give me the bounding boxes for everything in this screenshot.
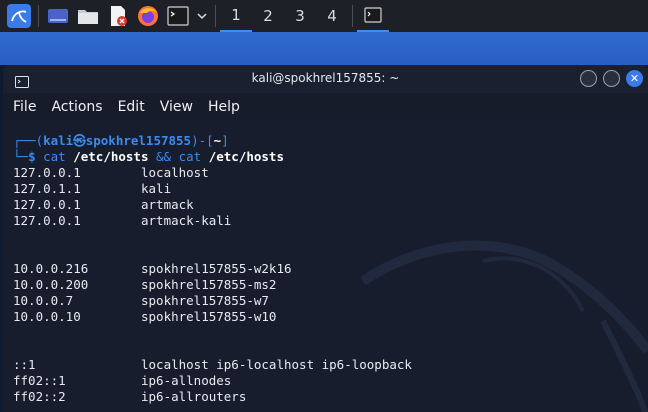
- host-name: spokhrel157855-w10: [141, 309, 277, 324]
- window-titlebar[interactable]: kali@spokhrel157855: ~ ✕: [3, 65, 648, 93]
- host-name: artmack-kali: [141, 213, 232, 228]
- host-entry: 10.0.0.200 spokhrel157855-ms2: [13, 277, 648, 293]
- kali-menu-icon[interactable]: [4, 1, 34, 31]
- host-entry: 10.0.0.10 spokhrel157855-w10: [13, 309, 648, 325]
- prompt-mid: )-[: [191, 133, 214, 148]
- command-arg-1: /etc/hosts: [65, 149, 157, 164]
- command-operator: &&: [156, 149, 172, 164]
- host-name: spokhrel157855-w7: [141, 293, 269, 308]
- terminal-icon[interactable]: [163, 1, 193, 31]
- terminal-task-icon[interactable]: [357, 0, 389, 32]
- terminal-output[interactable]: ┌──(kali㉿spokhrel157855)-[~] └─$ cat /et…: [3, 121, 648, 412]
- taskbar: 1 2 3 4: [0, 0, 648, 32]
- menu-help[interactable]: Help: [208, 99, 240, 115]
- prompt-close: ]: [221, 133, 229, 148]
- workspace-2[interactable]: 2: [252, 0, 284, 32]
- menu-view[interactable]: View: [160, 99, 193, 115]
- host-name: spokhrel157855-w2k16: [141, 261, 292, 276]
- prompt-line-1: ┌──(kali㉿spokhrel157855)-[~]: [13, 133, 648, 149]
- host-ip: 10.0.0.7: [13, 293, 74, 308]
- window-title: kali@spokhrel157855: ~: [251, 71, 400, 85]
- host-name: spokhrel157855-ms2: [141, 277, 277, 292]
- host-entry: 127.0.0.1 artmack-kali: [13, 213, 648, 229]
- workspace-3[interactable]: 3: [284, 0, 316, 32]
- close-button[interactable]: ✕: [626, 70, 643, 87]
- host-entry: 10.0.0.216 spokhrel157855-w2k16: [13, 261, 648, 277]
- close-icon: ✕: [629, 72, 640, 85]
- taskbar-separator: [215, 5, 216, 27]
- taskbar-separator: [352, 5, 353, 27]
- host-entry: ::1 localhost ip6-localhost ip6-loopback: [13, 357, 648, 373]
- workspace-4[interactable]: 4: [316, 0, 348, 32]
- menu-file[interactable]: File: [13, 99, 36, 115]
- host-name: artmack: [141, 197, 194, 212]
- host-entry: ff02::2 ip6-allrouters: [13, 389, 648, 405]
- file-manager-icon[interactable]: [73, 1, 103, 31]
- host-ip: 10.0.0.10: [13, 309, 81, 324]
- taskbar-separator: [38, 5, 39, 27]
- minimize-button[interactable]: [580, 70, 597, 87]
- maximize-button[interactable]: [603, 70, 620, 87]
- host-ip: 127.0.1.1: [13, 181, 81, 196]
- host-name: ip6-allnodes: [141, 373, 232, 388]
- host-ip: ::1: [13, 357, 36, 372]
- host-ip: ff02::2: [13, 389, 66, 404]
- workspace-1[interactable]: 1: [220, 0, 252, 32]
- host-name: kali: [141, 181, 172, 196]
- firefox-icon[interactable]: [133, 1, 163, 31]
- host-entry: ff02::1 ip6-allnodes: [13, 373, 648, 389]
- command-cat-1: cat: [43, 149, 66, 164]
- command-arg-2: /etc/hosts: [201, 149, 284, 164]
- terminal-window: kali@spokhrel157855: ~ ✕ File Actions Ed…: [3, 65, 648, 412]
- chevron-down-icon[interactable]: [193, 1, 211, 31]
- host-ip: 10.0.0.216: [13, 261, 89, 276]
- host-ip: 127.0.0.1: [13, 213, 81, 228]
- host-entry: 10.0.0.7 spokhrel157855-w7: [13, 293, 648, 309]
- prompt-arrow: └─: [13, 149, 29, 164]
- menu-actions[interactable]: Actions: [51, 99, 102, 115]
- host-ip: ff02::1: [13, 373, 66, 388]
- prompt-line-2: └─$ cat /etc/hosts && cat /etc/hosts: [13, 149, 648, 165]
- text-editor-icon[interactable]: [103, 1, 133, 31]
- host-name: ip6-allrouters: [141, 389, 247, 404]
- menu-edit[interactable]: Edit: [118, 99, 145, 115]
- host-entry: 127.0.0.1 localhost: [13, 165, 648, 181]
- desktop-wallpaper: [0, 32, 648, 65]
- host-ip: 127.0.0.1: [13, 197, 81, 212]
- host-ip: 10.0.0.200: [13, 277, 89, 292]
- prompt-dollar: $: [28, 149, 44, 164]
- terminal-lines: ┌──(kali㉿spokhrel157855)-[~] └─$ cat /et…: [3, 121, 648, 405]
- host-ip: 127.0.0.1: [13, 165, 81, 180]
- host-name: localhost: [141, 165, 209, 180]
- prompt-open: ┌──(: [13, 133, 44, 148]
- host-name: localhost ip6-localhost ip6-loopback: [141, 357, 412, 372]
- menu-bar: File Actions Edit View Help: [3, 93, 648, 121]
- desktop-icon[interactable]: [43, 1, 73, 31]
- prompt-user-host: kali㉿spokhrel157855: [43, 133, 192, 148]
- command-cat-2: cat: [171, 149, 202, 164]
- host-entry: 127.0.1.1 kali: [13, 181, 648, 197]
- host-entry: 127.0.0.1 artmack: [13, 197, 648, 213]
